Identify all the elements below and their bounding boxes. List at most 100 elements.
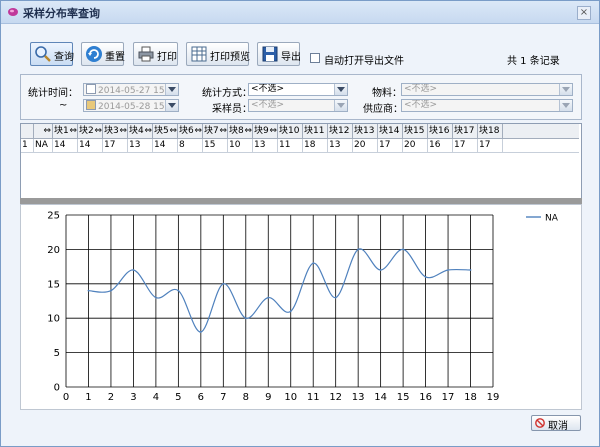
material-dropdown-button[interactable] (559, 84, 572, 95)
close-window-button[interactable]: × (577, 6, 591, 20)
column-header[interactable]: 块6 ⇔ (178, 124, 203, 138)
column-header[interactable]: 块15⇔ (403, 124, 428, 138)
column-header[interactable]: 块10⇔ (278, 124, 303, 138)
column-header[interactable]: 块14⇔ (378, 124, 403, 138)
column-header[interactable]: 块2 ⇔ (78, 124, 103, 138)
column-header-label: 块11 (304, 126, 325, 136)
supplier-select[interactable]: <不选> (401, 99, 573, 112)
series-line-na (88, 248, 471, 333)
column-header-label: 块8 (229, 126, 244, 136)
column-pin-icon[interactable]: ⇔ (219, 124, 227, 138)
app-icon (8, 8, 18, 16)
start-time-checkbox[interactable] (86, 84, 96, 94)
x-tick-label: 9 (265, 392, 271, 403)
table-cell[interactable]: 13 (253, 139, 278, 152)
table-cell[interactable]: 16 (428, 139, 453, 152)
table-cell[interactable]: 18 (303, 139, 328, 152)
export-button[interactable]: 导出 (257, 42, 301, 66)
export-button-label: 导出 (281, 52, 301, 63)
auto-open-label[interactable]: 自动打开导出文件 (324, 52, 404, 67)
header-name-cell[interactable]: ⇔ (34, 124, 53, 138)
table-cell[interactable]: 8 (178, 139, 203, 152)
stat-time-label: 统计时间： (28, 88, 78, 99)
table-cell[interactable]: 20 (353, 139, 378, 152)
material-select[interactable]: <不选> (401, 83, 573, 96)
end-time-field[interactable]: 2014-05-28 15:54:47 (83, 99, 179, 112)
column-header[interactable]: 块5 ⇔ (153, 124, 178, 138)
column-header[interactable]: 块16⇔ (428, 124, 453, 138)
row-name-cell[interactable]: NA (34, 139, 53, 152)
column-pin-icon[interactable]: ⇔ (144, 124, 152, 138)
column-header[interactable]: 块7 ⇔ (203, 124, 228, 138)
column-header-label: 块12 (329, 126, 350, 136)
sampler-select[interactable]: <不选> (248, 99, 348, 112)
column-pin-icon[interactable]: ⇔ (244, 124, 252, 138)
column-header[interactable]: 块17⇔ (453, 124, 478, 138)
start-time-dropdown-button[interactable] (165, 84, 178, 95)
x-tick-label: 1 (85, 392, 91, 403)
legend-label: NA (545, 214, 559, 224)
table-row[interactable]: 1 NA 14 14 17 13 14 8 15 10 13 11 18 13 20 17 20 16 17 17 (21, 139, 579, 153)
query-button[interactable]: 查询 (30, 42, 74, 66)
column-header-label: 块10 (279, 126, 300, 136)
table-cell[interactable]: 14 (53, 139, 78, 152)
column-header[interactable]: 块1 ⇔ (53, 124, 78, 138)
x-tick-label: 12 (329, 392, 342, 403)
end-time-checkbox[interactable] (86, 100, 96, 110)
table-cell[interactable]: 14 (153, 139, 178, 152)
end-time-dropdown-button[interactable] (165, 100, 178, 111)
stat-method-select[interactable]: <不选> (248, 83, 348, 96)
column-pin-icon[interactable]: ⇔ (269, 124, 277, 138)
column-header[interactable]: 块11⇔ (303, 124, 328, 138)
column-header[interactable]: 块8 ⇔ (228, 124, 253, 138)
column-header[interactable]: 块12⇔ (328, 124, 353, 138)
title-bar[interactable]: 采样分布率查询 × (1, 1, 599, 24)
column-header-label: 块13 (354, 126, 375, 136)
toolbar: 查询 重置 打印 打印预览 导出 自动打开导出文件 共 1 条记录 (1, 24, 599, 68)
cancel-button[interactable]: 取消 (531, 415, 581, 432)
table-cell[interactable]: 17 (453, 139, 478, 152)
table-cell[interactable]: 13 (328, 139, 353, 152)
table-cell[interactable]: 15 (203, 139, 228, 152)
data-point (222, 282, 225, 285)
x-tick-label: 14 (374, 392, 387, 403)
column-pin-icon[interactable]: ⇔ (169, 124, 177, 138)
x-tick-label: 13 (352, 392, 365, 403)
column-pin-icon[interactable]: ⇔ (194, 124, 202, 138)
column-pin-icon[interactable]: ⇔ (69, 124, 77, 138)
reset-button[interactable]: 重置 (81, 42, 125, 66)
result-table[interactable]: ⇔块1⇔块2⇔块3⇔块4⇔块5⇔块6⇔块7⇔块8⇔块9⇔块10⇔块11⇔块12⇔… (20, 123, 582, 199)
auto-open-checkbox[interactable] (310, 53, 320, 63)
column-pin-icon[interactable]: ⇔ (94, 124, 102, 138)
table-cell[interactable]: 13 (128, 139, 153, 152)
x-tick-label: 11 (307, 392, 320, 403)
table-cell[interactable]: 10 (228, 139, 253, 152)
column-header[interactable]: 块9 ⇔ (253, 124, 278, 138)
column-header[interactable]: 块18⇔ (478, 124, 503, 138)
print-button-label: 打印 (157, 52, 177, 63)
y-tick-label: 15 (47, 279, 60, 290)
stat-method-dropdown-button[interactable] (334, 84, 347, 95)
table-cell[interactable]: 17 (378, 139, 403, 152)
column-header-label: 块15 (404, 126, 425, 136)
table-cell[interactable]: 14 (78, 139, 103, 152)
record-count: 共 1 条记录 (507, 56, 560, 67)
column-header[interactable]: 块4 ⇔ (128, 124, 153, 138)
x-tick-label: 6 (198, 392, 204, 403)
column-header[interactable]: 块3 ⇔ (103, 124, 128, 138)
table-cell[interactable]: 17 (103, 139, 128, 152)
chevron-down-icon (562, 103, 570, 108)
table-cell[interactable]: 11 (278, 139, 303, 152)
print-button[interactable]: 打印 (133, 42, 178, 66)
table-cell[interactable]: 17 (478, 139, 503, 152)
column-pin-icon[interactable]: ⇔ (43, 126, 51, 136)
start-time-field[interactable]: 2014-05-27 15:54:47 (83, 83, 179, 96)
table-cell[interactable]: 20 (403, 139, 428, 152)
print-preview-button[interactable]: 打印预览 (186, 42, 250, 66)
column-header[interactable]: 块13⇔ (353, 124, 378, 138)
supplier-dropdown-button[interactable] (559, 100, 572, 111)
data-point (357, 248, 360, 251)
column-pin-icon[interactable]: ⇔ (119, 124, 127, 138)
sampler-dropdown-button[interactable] (334, 100, 347, 111)
print-preview-button-label: 打印预览 (210, 52, 250, 63)
